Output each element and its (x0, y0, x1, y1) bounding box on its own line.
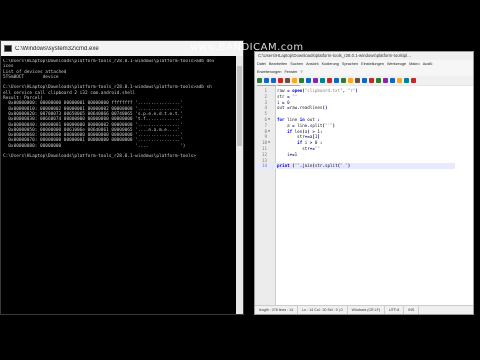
editor-toolbar (255, 76, 473, 85)
status-segment: length : 278 lines : 14 (255, 306, 299, 314)
toolbar-button-icon[interactable] (341, 78, 346, 83)
cmd-window[interactable]: C:\Windows\system32\cmd.exe C:\Users\HLa… (0, 40, 244, 315)
menu-item[interactable]: ? (300, 68, 302, 76)
editor-statusbar: length : 278 lines : 14 Ln : 14 Col : 30 … (255, 305, 473, 314)
code-text: print ("".join(str.split(".") (277, 163, 351, 169)
desktop-background (0, 315, 480, 360)
status-segment: Ln : 14 Col : 30 Sel : 0 | 0 (298, 306, 348, 314)
menu-item[interactable]: Ansicht (306, 60, 318, 68)
editor-menubar: Datei Bearbeiten Suchen Ansicht Kodierung Spr… (255, 60, 473, 68)
menu-item[interactable]: Sprachen (342, 60, 358, 68)
status-segment: UTF-8 (385, 306, 405, 314)
toolbar-button-icon[interactable] (348, 78, 353, 83)
toolbar-button-icon[interactable] (362, 78, 367, 83)
menu-item[interactable]: Erweiterungen (257, 68, 281, 76)
menu-item[interactable]: Suchen (290, 60, 303, 68)
toolbar-button-icon[interactable] (404, 78, 409, 83)
cmd-output: C:\Users\HLaptop\Downloads\platform-tool… (3, 59, 235, 160)
cmd-icon (4, 45, 12, 52)
toolbar-button-icon[interactable] (271, 78, 276, 83)
editor-menubar-row2: Erweiterungen Fenster? (255, 68, 473, 76)
toolbar-button-icon[interactable] (397, 78, 402, 83)
menu-item[interactable]: Werkzeuge (387, 60, 406, 68)
cmd-body[interactable]: C:\Users\HLaptop\Downloads\platform-tool… (1, 56, 243, 314)
toolbar-button-icon[interactable] (334, 78, 339, 83)
toolbar-button-icon[interactable] (369, 78, 374, 83)
toolbar-button-icon[interactable] (264, 78, 269, 83)
toolbar-button-icon[interactable] (355, 78, 360, 83)
toolbar-button-icon[interactable] (376, 78, 381, 83)
cmd-line: C:\Users\HLaptop\Downloads\platform-tool… (3, 154, 196, 160)
menu-item[interactable]: Bearbeiten (269, 60, 287, 68)
toolbar-button-icon[interactable] (306, 78, 311, 83)
status-segment: INS (404, 306, 420, 314)
status-segment: Windows (CR LF) (348, 306, 386, 314)
code-line[interactable]: 14 print ("".join(str.split(".") (255, 163, 455, 170)
toolbar-button-icon[interactable] (278, 78, 283, 83)
menu-item[interactable]: Fenster (284, 68, 297, 76)
cmd-scrollbar[interactable] (236, 56, 243, 314)
line-number: 14 (261, 163, 267, 169)
menu-item[interactable]: Kodierung (322, 60, 339, 68)
toolbar-button-icon[interactable] (320, 78, 325, 83)
toolbar-button-icon[interactable] (411, 78, 416, 83)
toolbar-button-icon[interactable] (299, 78, 304, 83)
cmd-line: C:\Users\HLaptop\Downloads\platform-tool… (3, 85, 212, 91)
editor-title: C:\Users\HLaptop\Downloads\platform-tool… (255, 52, 473, 60)
toolbar-button-icon[interactable] (327, 78, 332, 83)
toolbar-button-icon[interactable] (313, 78, 318, 83)
editor-code-area[interactable]: 1 raw = open("clipboard.txt", "r") 2 str = … (255, 86, 473, 306)
cmd-line: C:\Users\HLaptop\Downloads\platform-tool… (3, 59, 215, 64)
toolbar-button-icon[interactable] (390, 78, 395, 83)
cmd-scroll-thumb[interactable] (237, 66, 242, 146)
toolbar-button-icon[interactable] (292, 78, 297, 83)
menu-item[interactable]: Ausfü (423, 60, 433, 68)
toolbar-button-icon[interactable] (285, 78, 290, 83)
editor-window[interactable]: C:\Users\HLaptop\Downloads\platform-tool… (254, 51, 474, 315)
menu-item[interactable]: Datei (257, 60, 266, 68)
toolbar-button-icon[interactable] (257, 78, 262, 83)
menu-item[interactable]: Makro (409, 60, 420, 68)
toolbar-button-icon[interactable] (383, 78, 388, 83)
menu-item[interactable]: Einstellungen (361, 60, 384, 68)
